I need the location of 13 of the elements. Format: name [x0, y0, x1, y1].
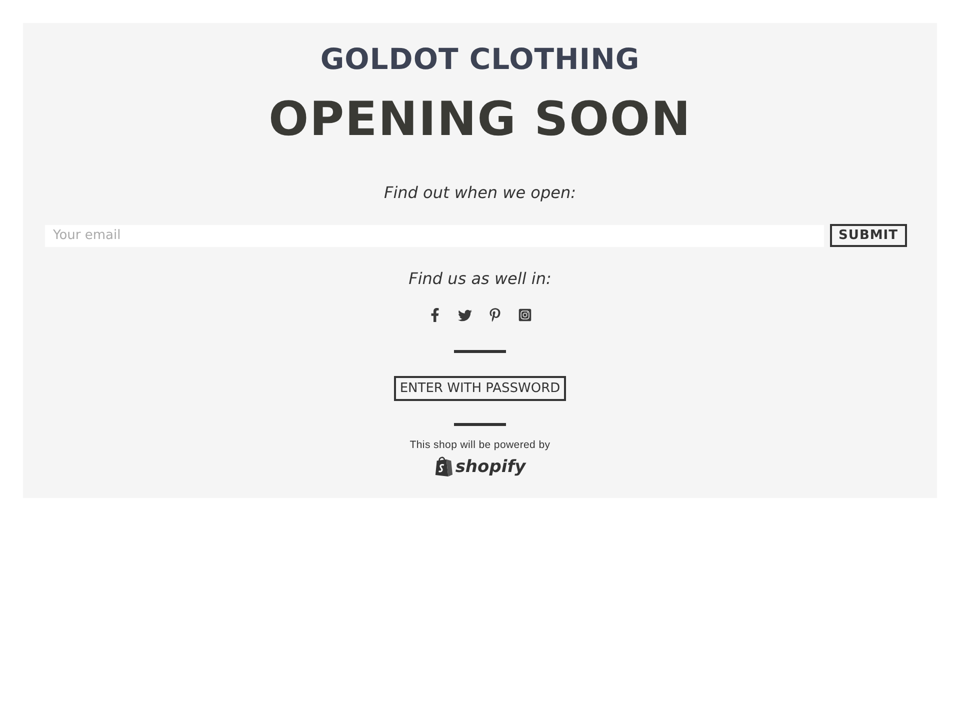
password-button[interactable]: ENTER WITH PASSWORD: [394, 376, 566, 401]
powered-by-note: This shop will be powered by: [410, 438, 550, 452]
social-prompt: Find us as well in:: [408, 269, 552, 289]
logo-wordmark: shopify: [455, 456, 526, 476]
store-name: GOLDOT CLOTHING: [320, 41, 640, 77]
pinterest-icon[interactable]: [488, 308, 502, 322]
submit-button[interactable]: SUBMIT: [830, 224, 907, 247]
camera-icon[interactable]: [518, 308, 532, 322]
bird-icon[interactable]: [458, 308, 472, 322]
headline: OPENING SOON: [268, 91, 692, 149]
signup-prompt: Find out when we open:: [384, 183, 576, 203]
shopping-bag-icon: [434, 456, 454, 477]
email-field[interactable]: Your email: [45, 224, 824, 246]
